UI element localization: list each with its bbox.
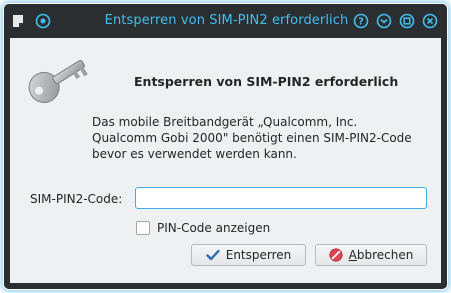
title-bar[interactable]: Entsperren von SIM-PIN2 erforderlich ? [4, 4, 447, 38]
unlock-button-label: Entsperren [225, 248, 292, 262]
window-bottom-border [4, 283, 447, 289]
dialog-content: Entsperren von SIM-PIN2 erforderlich Das… [10, 38, 441, 283]
unlock-button[interactable]: Entsperren [191, 244, 306, 266]
dialog-description: Das mobile Breitbandgerät „Qualcomm, Inc… [92, 114, 432, 162]
maximize-icon[interactable] [399, 13, 415, 29]
pin-input[interactable] [135, 187, 427, 209]
pin-label: SIM-PIN2-Code: [30, 192, 123, 206]
cancel-button-mnemonic: A [348, 248, 357, 262]
cancel-button-label: Abbrechen [349, 248, 414, 262]
show-pin-checkbox[interactable] [136, 221, 150, 235]
close-icon[interactable] [422, 13, 438, 29]
show-pin-option[interactable]: PIN-Code anzeigen [136, 220, 270, 236]
show-pin-label[interactable]: PIN-Code anzeigen [157, 221, 270, 235]
dialog-heading: Entsperren von SIM-PIN2 erforderlich [134, 74, 399, 89]
description-line: Qualcomm Gobi 2000" benötigt einen SIM-P… [92, 131, 412, 145]
description-line: bevor es verwendet werden kann. [92, 147, 297, 161]
cancel-icon [329, 248, 343, 262]
key-icon [28, 59, 88, 103]
help-icon[interactable]: ? [353, 13, 369, 29]
minimize-icon[interactable] [376, 13, 392, 29]
checkmark-icon [206, 249, 220, 261]
svg-text:?: ? [358, 17, 364, 28]
cancel-button[interactable]: Abbrechen [315, 244, 427, 266]
description-line: Das mobile Breitbandgerät „Qualcomm, Inc… [92, 115, 358, 129]
cancel-button-label-rest: bbrechen [356, 248, 414, 262]
dialog-window: Entsperren von SIM-PIN2 erforderlich ? E… [4, 4, 447, 289]
